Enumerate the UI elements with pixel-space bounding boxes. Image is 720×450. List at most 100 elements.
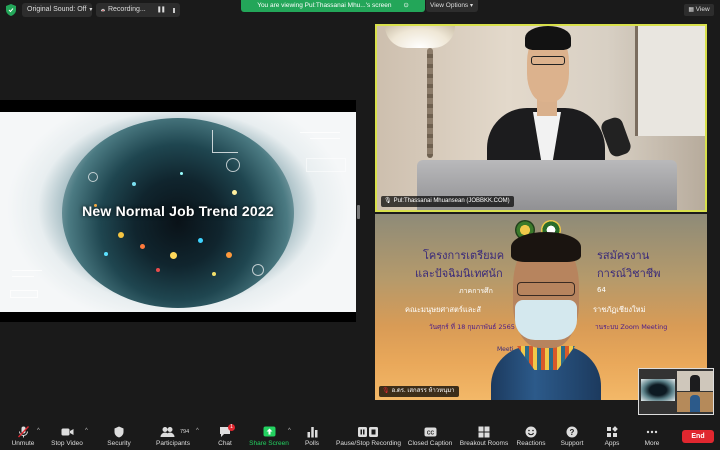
- slide-line-8: ราชภัฏเชียงใหม่: [593, 304, 646, 316]
- person-hair: [525, 26, 571, 50]
- shield-icon[interactable]: [6, 4, 16, 16]
- pause-stop-recording-button[interactable]: Pause/Stop Recording: [336, 426, 401, 447]
- stop-video-label: Stop Video: [51, 440, 83, 447]
- hud-line: [12, 276, 34, 277]
- chat-label: Chat: [218, 440, 232, 447]
- more-label: More: [644, 440, 660, 447]
- pause-stop-icon: [358, 427, 378, 437]
- gallery-thumbnail[interactable]: [638, 368, 714, 415]
- cloud-recording-icon: [101, 8, 105, 12]
- bokeh-light: [132, 182, 136, 186]
- breakout-rooms-label: Breakout Rooms: [459, 440, 509, 447]
- participants-count: 794: [180, 429, 190, 435]
- question-icon: ?: [566, 426, 578, 438]
- stop-recording-icon[interactable]: [172, 7, 175, 13]
- slide-line-1: โครงการเตรียมค: [423, 246, 504, 264]
- share-options-caret-icon[interactable]: ^: [288, 428, 291, 434]
- svg-text:CC: CC: [426, 431, 434, 437]
- hud-line: [212, 152, 238, 153]
- chat-unread-badge: 1: [228, 424, 235, 431]
- hud-box: [306, 158, 346, 172]
- reactions-button[interactable]: Reactions: [515, 426, 547, 447]
- view-options-label: View Options: [430, 2, 469, 9]
- hud-box: [10, 290, 38, 298]
- slide-line-6: 64: [597, 286, 606, 294]
- participant-name-label: 🎙 Pul:Thassanai Mhuansean (JOBBKK.COM): [381, 196, 514, 207]
- slide-text: โครงการเตรียมค: [423, 249, 505, 262]
- thumbnail-person: [690, 375, 700, 391]
- recording-indicator: Recording... ❚❚: [96, 3, 180, 17]
- audio-options-caret-icon[interactable]: ^: [37, 428, 40, 434]
- grid-view-icon: ▦: [688, 7, 696, 13]
- thumbnail-speaker: [677, 371, 713, 391]
- view-options-button[interactable]: View Options ▾: [426, 0, 478, 12]
- video-tile-speaker[interactable]: 🎙 Pul:Thassanai Mhuansean (JOBBKK.COM): [375, 24, 707, 212]
- polls-button[interactable]: Polls: [302, 426, 322, 447]
- hud-circle: [226, 158, 240, 172]
- hud-circle: [88, 172, 98, 182]
- recording-label: Recording...: [107, 6, 146, 13]
- share-screen-label: Share Screen: [249, 440, 289, 447]
- slide-line-4: การณ์วิชาชีพ: [597, 264, 661, 282]
- meeting-toolbar: Unmute ^ Stop Video ^ Security 794 Parti…: [0, 422, 720, 450]
- bokeh-light: [140, 244, 145, 249]
- viewing-screen-banner: You are viewing Pul:Thassanai Mhu...'s s…: [241, 0, 425, 12]
- hud-line: [12, 270, 42, 271]
- slide-text: านระบบ Zoom Meeting: [595, 323, 668, 331]
- glasses: [517, 282, 575, 296]
- end-meeting-button[interactable]: End: [682, 430, 714, 443]
- closed-caption-button[interactable]: CC Closed Caption: [406, 426, 454, 447]
- participant-name: อ.ดร. เสกสรร ห้าวหนุมา: [391, 388, 455, 394]
- lamp-pole: [427, 48, 433, 158]
- smiley-icon: [525, 426, 537, 438]
- view-button[interactable]: ▦ View: [684, 4, 714, 16]
- hud-line: [300, 132, 340, 133]
- chat-button[interactable]: 1 Chat: [214, 424, 236, 447]
- thumbnail-participant: [677, 392, 713, 412]
- participants-button[interactable]: 794 Participants: [152, 426, 194, 447]
- slide-text: วันศุกร์ ที่ 18 กุมภาพันธ์ 2565: [429, 323, 515, 331]
- slide-text: 64: [597, 286, 606, 294]
- slide-text: คณะมนุษยศาสตร์และสั: [405, 305, 481, 314]
- slide-text: และปัจฉิมนิเทศนัก: [415, 267, 503, 280]
- slide-line-10: านระบบ Zoom Meeting: [595, 322, 667, 332]
- lamp-shade: [385, 26, 455, 48]
- share-screen-icon: [263, 426, 275, 437]
- breakout-rooms-icon: [478, 426, 490, 438]
- slide-text: ราชภัฏเชียงใหม่: [593, 305, 646, 314]
- splitter-handle[interactable]: [357, 205, 360, 219]
- pause-recording-icon[interactable]: ❚❚: [157, 3, 166, 17]
- slide-line-9: วันศุกร์ ที่ 18 กุมภาพันธ์ 2565: [429, 322, 515, 332]
- closed-caption-icon: CC: [424, 427, 436, 437]
- screen-share-icon: ⊙: [403, 2, 409, 9]
- bokeh-light: [156, 268, 160, 272]
- shared-screen[interactable]: New Normal Job Trend 2022: [0, 100, 356, 322]
- apps-button[interactable]: Apps: [601, 426, 623, 447]
- svg-text:?: ?: [570, 428, 575, 437]
- video-options-caret-icon[interactable]: ^: [85, 428, 88, 434]
- participants-options-caret-icon[interactable]: ^: [196, 428, 199, 434]
- participant-name-label: 🎙 อ.ดร. เสกสรร ห้าวหนุมา: [379, 386, 459, 397]
- slide-line-2: รสมัครงาน: [597, 246, 649, 264]
- muted-microphone-icon: 🎙: [382, 388, 390, 394]
- polls-label: Polls: [304, 440, 320, 447]
- security-button[interactable]: Security: [104, 426, 134, 447]
- support-button[interactable]: ? Support: [558, 426, 586, 447]
- original-sound-button[interactable]: Original Sound: Off ▾: [22, 3, 92, 17]
- more-button[interactable]: More: [642, 426, 662, 447]
- breakout-rooms-button[interactable]: Breakout Rooms: [459, 426, 509, 447]
- reactions-label: Reactions: [516, 440, 546, 447]
- top-bar: Original Sound: Off ▾ Recording... ❚❚ Yo…: [0, 0, 720, 20]
- bokeh-light: [232, 190, 237, 195]
- share-screen-button[interactable]: Share Screen: [249, 426, 289, 447]
- polls-icon: [307, 427, 317, 438]
- bokeh-light: [198, 238, 203, 243]
- video-camera-icon: [61, 428, 73, 436]
- window-frame: [635, 26, 705, 136]
- hud-line: [212, 130, 213, 152]
- unmute-button[interactable]: Unmute: [10, 426, 36, 447]
- person-hair: [511, 232, 581, 262]
- stop-video-button[interactable]: Stop Video: [50, 426, 84, 447]
- hud-line: [310, 138, 340, 139]
- chevron-down-icon: ▾: [89, 7, 93, 13]
